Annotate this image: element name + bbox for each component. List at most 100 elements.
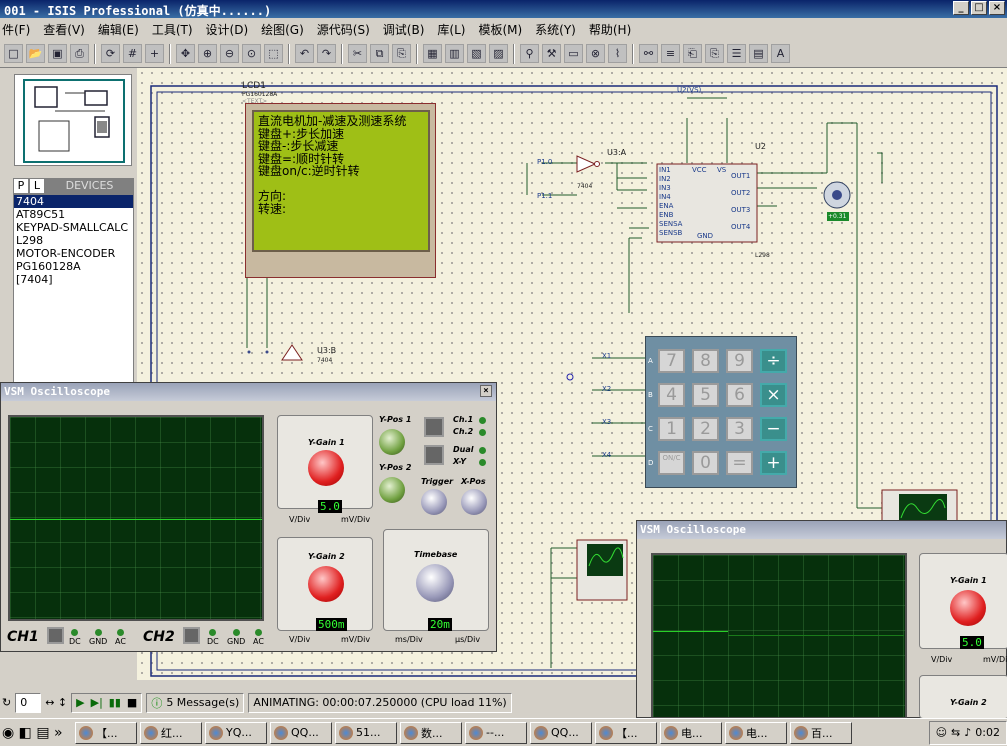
device-item[interactable]: MOTOR-ENCODER (14, 247, 133, 260)
menu-item-4[interactable]: 设计(D) (206, 21, 249, 38)
timebase-knob[interactable] (416, 564, 454, 602)
keypad-key[interactable]: 8 (692, 349, 719, 373)
volume-tray-icon[interactable]: ♪ (964, 726, 971, 739)
network-tray-icon[interactable]: ⇆ (951, 726, 960, 739)
stop-button[interactable]: ■ (127, 696, 137, 709)
step-button[interactable]: ▶| (91, 696, 103, 709)
pick-icon[interactable]: ⚲ (520, 44, 539, 63)
keypad-key[interactable]: 3 (726, 417, 753, 441)
tab-pick-devices[interactable]: P (13, 178, 29, 194)
keypad-key[interactable]: 5 (692, 383, 719, 407)
pause-button[interactable]: ▮▮ (109, 696, 121, 709)
redo-icon[interactable]: ↷ (317, 44, 336, 63)
mirror-icon[interactable]: ↔ ↕ (45, 696, 67, 709)
print-icon[interactable]: ⎙ (70, 44, 89, 63)
minimize-button[interactable]: _ (953, 1, 969, 15)
message-count[interactable]: ⓘ 5 Message(s) (146, 692, 245, 713)
search-icon[interactable]: ⚯ (639, 44, 658, 63)
menu-item-1[interactable]: 查看(V) (43, 21, 85, 38)
taskbar-item[interactable]: --... (465, 721, 527, 744)
overview-window[interactable] (14, 74, 132, 166)
undo-icon[interactable]: ↶ (295, 44, 314, 63)
ygain1-knob[interactable] (308, 450, 344, 486)
tab-library[interactable]: L (29, 178, 45, 194)
device-item[interactable]: AT89C51 (14, 208, 133, 221)
ch1-enable-switch[interactable] (424, 417, 444, 437)
menu-item-8[interactable]: 库(L) (437, 21, 465, 38)
keypad-key[interactable]: 0 (692, 451, 719, 475)
keypad-key[interactable]: + (760, 451, 787, 475)
paste-icon[interactable]: ⎘ (392, 44, 411, 63)
taskbar-item[interactable]: 【... (595, 721, 657, 744)
trigger-knob[interactable] (421, 489, 447, 515)
keypad-key[interactable]: 7 (658, 349, 685, 373)
menu-item-3[interactable]: 工具(T) (152, 21, 193, 38)
packaging-icon[interactable]: ▭ (564, 44, 583, 63)
menu-item-5[interactable]: 绘图(G) (261, 21, 304, 38)
taskbar-item[interactable]: 电... (725, 721, 787, 744)
ares-icon[interactable]: A (771, 44, 790, 63)
keypad-component[interactable]: 7 8 9 ÷ 4 5 6 × 1 2 3− ON/C 0 = + A B C D (645, 336, 797, 488)
device-item[interactable]: [7404] (14, 273, 133, 286)
device-list[interactable]: 7404 AT89C51 KEYPAD-SMALLCALC L298 MOTOR-ENC… (13, 194, 134, 384)
quick-launch-icons[interactable]: ◉ ◧ ▤ » (2, 725, 72, 741)
cut-icon[interactable]: ✂ (348, 44, 367, 63)
block-delete-icon[interactable]: ▨ (489, 44, 508, 63)
overview-viewport[interactable] (23, 79, 125, 163)
ypos1-knob[interactable] (379, 429, 405, 455)
keypad-key[interactable]: 6 (726, 383, 753, 407)
new-icon[interactable]: □ (4, 44, 23, 63)
netlist-icon[interactable]: ☰ (727, 44, 746, 63)
new-sheet-icon[interactable]: ⎗ (683, 44, 702, 63)
wire-autorouter-icon[interactable]: ⌇ (608, 44, 627, 63)
zoom-out-icon[interactable]: ⊖ (220, 44, 239, 63)
taskbar-item[interactable]: YQ... (205, 721, 267, 744)
keypad-key[interactable]: = (726, 451, 753, 475)
taskbar-item[interactable]: 51... (335, 721, 397, 744)
ypos2-knob[interactable] (379, 477, 405, 503)
osc2-ygain1-knob[interactable] (950, 590, 986, 626)
remove-sheet-icon[interactable]: ⎘ (705, 44, 724, 63)
menu-item-9[interactable]: 模板(M) (478, 21, 522, 38)
grid-icon[interactable]: # (123, 44, 142, 63)
qq-tray-icon[interactable]: ☺ (936, 726, 947, 739)
ch2-coupling-switch[interactable] (183, 627, 200, 644)
ygain2-knob[interactable] (308, 566, 344, 602)
keypad-key[interactable]: 1 (658, 417, 685, 441)
step-input[interactable]: 0 (15, 692, 42, 713)
taskbar-item[interactable]: 电... (660, 721, 722, 744)
rotate-icon[interactable]: ↻ (2, 696, 11, 709)
dual-mode-switch[interactable] (424, 445, 444, 465)
play-button[interactable]: ▶ (76, 696, 84, 709)
make-device-icon[interactable]: ⚒ (542, 44, 561, 63)
menu-item-11[interactable]: 帮助(H) (589, 21, 631, 38)
taskbar-item[interactable]: 红... (140, 721, 202, 744)
oscilloscope-1-close-button[interactable]: × (480, 385, 492, 397)
bom-icon[interactable]: ▤ (749, 44, 768, 63)
close-button[interactable]: × (989, 1, 1005, 15)
keypad-key[interactable]: − (760, 417, 787, 441)
keypad-key[interactable]: ÷ (760, 349, 787, 373)
keypad-key[interactable]: ON/C (658, 451, 685, 475)
taskbar-item[interactable]: 百... (790, 721, 852, 744)
lcd-component[interactable]: 直流电机加-减速及测速系统 键盘+:步长加速 键盘-:步长减速 键盘=:顺时针转 键盘o… (245, 103, 436, 278)
device-item[interactable]: KEYPAD-SMALLCALC (14, 221, 133, 234)
maximize-button[interactable]: □ (971, 1, 987, 15)
block-copy-icon[interactable]: ▦ (423, 44, 442, 63)
menu-item-0[interactable]: 件(F) (2, 21, 30, 38)
menu-item-6[interactable]: 源代码(S) (317, 21, 370, 38)
pan-icon[interactable]: ✥ (176, 44, 195, 63)
keypad-key[interactable]: × (760, 383, 787, 407)
menu-item-7[interactable]: 调试(B) (383, 21, 425, 38)
refresh-icon[interactable]: ⟳ (101, 44, 120, 63)
xpos-knob[interactable] (461, 489, 487, 515)
block-move-icon[interactable]: ▥ (445, 44, 464, 63)
taskbar-item[interactable]: QQ... (270, 721, 332, 744)
device-item[interactable]: 7404 (14, 195, 133, 208)
keypad-key[interactable]: 4 (658, 383, 685, 407)
copy-icon[interactable]: ⧉ (370, 44, 389, 63)
property-assign-icon[interactable]: ≡ (661, 44, 680, 63)
taskbar-item[interactable]: 【... (75, 721, 137, 744)
taskbar-item[interactable]: 数... (400, 721, 462, 744)
keypad-key[interactable]: 2 (692, 417, 719, 441)
